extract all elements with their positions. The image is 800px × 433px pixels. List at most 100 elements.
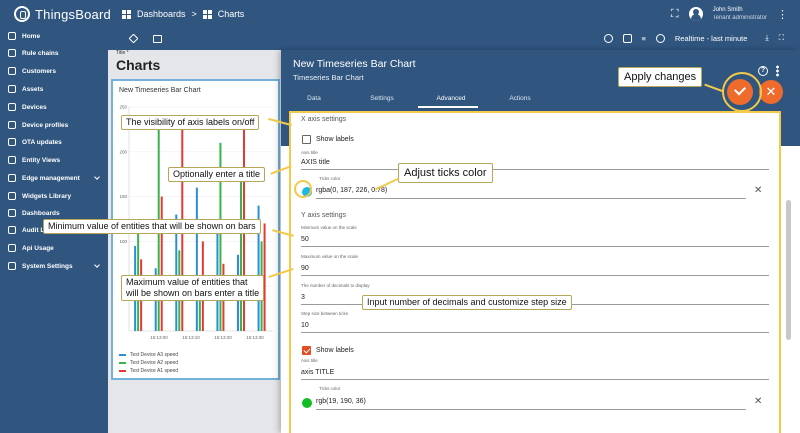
x-axis-show-labels-checkbox[interactable] bbox=[302, 135, 311, 144]
sidebar-item-home[interactable]: Home bbox=[0, 28, 108, 44]
tab-data[interactable]: Data bbox=[284, 95, 344, 102]
sidebar-item-widgets-library[interactable]: Widgets Library bbox=[0, 188, 108, 204]
widget-settings-panel: New Timeseries Bar Chart Timeseries Bar … bbox=[281, 50, 800, 433]
y-axis-title-field[interactable]: Axis title axis TITLE bbox=[301, 358, 769, 380]
gear-icon[interactable] bbox=[603, 33, 613, 43]
dashboards-icon bbox=[8, 209, 16, 217]
callout-max-line-2: will be shown on bars enter a title bbox=[126, 288, 260, 298]
dashboard-layout-icon[interactable] bbox=[153, 35, 162, 43]
clear-color-icon[interactable]: ✕ bbox=[754, 185, 762, 196]
chevron-down-icon bbox=[94, 262, 100, 268]
ota-icon bbox=[8, 138, 16, 146]
sidebar-item-assets[interactable]: Assets bbox=[0, 81, 108, 97]
chevron-down-icon bbox=[94, 174, 100, 180]
callout-min: Minimum value of entities that will be s… bbox=[43, 219, 261, 234]
fullscreen-icon[interactable]: ⛶ bbox=[779, 33, 784, 43]
x-axis-section-title: X axis settings bbox=[301, 116, 347, 123]
user-role: Tenant administrator bbox=[712, 15, 767, 21]
callout-decimals: Input number of decimals and customize s… bbox=[362, 295, 572, 310]
devices-icon bbox=[8, 103, 16, 111]
dashboard-title-label: Title * bbox=[116, 50, 129, 56]
breadcrumb-dashboards[interactable]: Dashboards bbox=[137, 9, 186, 19]
sidebar-item-api-usage[interactable]: Api Usage bbox=[0, 240, 108, 256]
fullscreen-icon[interactable]: ⛶ bbox=[671, 8, 679, 21]
more-vert-icon[interactable] bbox=[776, 65, 779, 77]
legend-swatch bbox=[119, 370, 126, 372]
dashboard-title[interactable]: Charts bbox=[116, 57, 160, 73]
legend-swatch bbox=[119, 362, 126, 364]
y-axis-ticks-color-field[interactable]: Ticks color rgb(19, 190, 36) bbox=[316, 386, 746, 410]
tab-actions[interactable]: Actions bbox=[490, 95, 550, 102]
y-axis-max-field[interactable]: Maximum value on the scale 90 bbox=[301, 254, 769, 276]
y-axis-ticks-color-swatch[interactable] bbox=[302, 398, 312, 408]
bar bbox=[160, 196, 163, 331]
layers-icon[interactable] bbox=[128, 33, 139, 44]
user-info[interactable]: John Smith Tenant administrator bbox=[713, 6, 767, 22]
entity-view-icon bbox=[8, 156, 16, 164]
sidebar-item-devices[interactable]: Devices bbox=[0, 99, 108, 115]
clear-color-icon[interactable]: ✕ bbox=[754, 396, 762, 407]
image-icon[interactable] bbox=[622, 33, 632, 43]
legend-item[interactable]: Test Device A3 speed bbox=[119, 351, 178, 359]
y-axis-show-labels-checkbox[interactable] bbox=[302, 346, 311, 355]
y-axis-step-field[interactable]: Step size between ticks 10 bbox=[301, 311, 769, 333]
y-axis-show-labels-label: Show labels bbox=[316, 347, 354, 354]
sidebar-item-ota-updates[interactable]: OTA updates bbox=[0, 134, 108, 150]
assets-icon bbox=[8, 85, 16, 93]
more-vert-icon[interactable]: ⋮ bbox=[777, 8, 788, 21]
callout-visibility: The visibility of axis labels on/off bbox=[121, 115, 260, 130]
device-profile-icon bbox=[8, 121, 16, 129]
y-tick-label: 100 bbox=[119, 239, 127, 244]
tab-settings[interactable]: Settings bbox=[352, 95, 412, 102]
panel-subtitle: Timeseries Bar Chart bbox=[293, 73, 364, 82]
breadcrumb: Dashboards > Charts bbox=[122, 9, 244, 19]
sidebar-item-customers[interactable]: Customers bbox=[0, 63, 108, 79]
tab-advanced[interactable]: Advanced bbox=[421, 95, 481, 102]
dashboard-toolbar: ≡ Realtime - last minute ⤓ ⛶ bbox=[108, 28, 800, 50]
rule-chain-icon bbox=[8, 49, 16, 57]
callout-title: Optionally enter a title bbox=[168, 167, 266, 182]
y-tick-label: 200 bbox=[119, 149, 127, 154]
dashboard-icon bbox=[202, 9, 212, 19]
clock-icon[interactable] bbox=[655, 33, 665, 43]
top-bar-actions: ⛶ John Smith Tenant administrator ⋮ bbox=[671, 6, 788, 22]
panel-title: New Timeseries Bar Chart bbox=[293, 58, 416, 70]
callout-max-line-1: Maximum value of entities that bbox=[126, 277, 248, 287]
sidebar-item-entity-views[interactable]: Entity Views bbox=[0, 152, 108, 168]
filter-icon[interactable]: ≡ bbox=[642, 34, 646, 43]
x-axis-title-field[interactable]: Axis title AXIS title bbox=[301, 150, 769, 170]
legend-item[interactable]: Test Device A1 speed bbox=[119, 367, 178, 375]
advanced-settings-form: X axis settings Show labels Axis title A… bbox=[289, 111, 781, 433]
bar bbox=[195, 187, 198, 331]
sidebar-item-system-settings[interactable]: System Settings bbox=[0, 258, 108, 274]
sidebar-item-edge-management[interactable]: Edge management bbox=[0, 170, 108, 186]
top-bar: ThingsBoard Dashboards > Charts ⛶ John S… bbox=[0, 0, 800, 28]
x-tick-label: 15:13:30 bbox=[246, 335, 264, 340]
x-axis-show-labels-label: Show labels bbox=[316, 136, 354, 143]
sidebar-item-device-profiles[interactable]: Device profiles bbox=[0, 117, 108, 133]
dashboards-icon bbox=[122, 9, 131, 19]
y-axis-min-field[interactable]: Minimum value on the scale 50 bbox=[301, 225, 769, 247]
help-icon[interactable]: ? bbox=[758, 66, 768, 76]
logo[interactable]: ThingsBoard bbox=[14, 6, 111, 22]
y-axis-section-title: Y axis settings bbox=[301, 212, 347, 219]
widget-title: New Timeseries Bar Chart bbox=[119, 87, 201, 94]
apply-highlight-ring bbox=[722, 72, 762, 112]
breadcrumb-separator: > bbox=[191, 9, 197, 19]
active-tab-indicator bbox=[418, 106, 478, 108]
callout-max: Maximum value of entities that will be s… bbox=[121, 275, 265, 301]
download-icon[interactable]: ⤓ bbox=[765, 33, 768, 43]
home-icon bbox=[8, 32, 16, 40]
callout-ticks-color: Adjust ticks color bbox=[398, 163, 493, 183]
legend-item[interactable]: Test Device A2 speed bbox=[119, 359, 178, 367]
y-tick-label: 250 bbox=[119, 105, 127, 110]
user-name: John Smith bbox=[712, 7, 743, 13]
breadcrumb-charts: Charts bbox=[217, 9, 245, 19]
timewindow-label[interactable]: Realtime - last minute bbox=[675, 34, 748, 43]
sidebar-item-rule-chains[interactable]: Rule chains bbox=[0, 45, 108, 61]
x-tick-label: 15:13:20 bbox=[214, 335, 232, 340]
customers-icon bbox=[8, 67, 16, 75]
avatar[interactable] bbox=[688, 7, 703, 21]
x-tick-label: 15:13:00 bbox=[150, 335, 168, 340]
panel-scrollbar[interactable] bbox=[786, 200, 791, 340]
